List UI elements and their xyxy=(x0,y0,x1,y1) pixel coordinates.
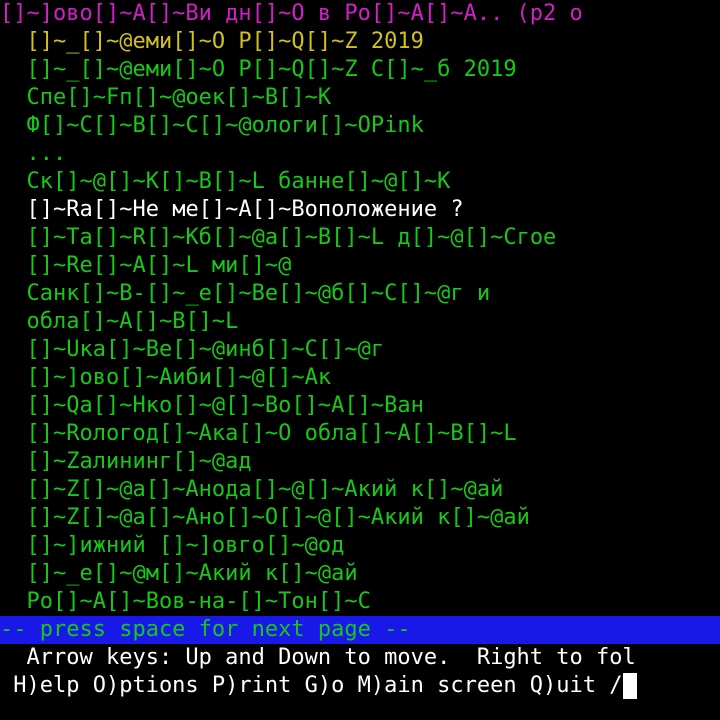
link-item[interactable]: []~Ra[]~Не ме[]~А[]~Воположение ? xyxy=(0,196,720,224)
link-label: []~Re[]~А[]~L ми[]~@ xyxy=(26,253,292,278)
link-label: Ск[]~@[]~К[]~В[]~L банне[]~@[]~К xyxy=(26,169,451,194)
help-line-commands: H)elp O)ptions P)rint G)o M)ain screen Q… xyxy=(0,672,720,700)
link-label: []~_[]~@еми[]~О Р[]~Q[]~Z С[]~_б 2019 xyxy=(26,57,517,82)
link-item[interactable]: []~Z[]~@а[]~Анода[]~@[]~Акий к[]~@ай xyxy=(0,476,720,504)
link-label: []~Zалининг[]~@ад xyxy=(26,449,252,474)
link-item[interactable]: []~Z[]~@а[]~Ано[]~О[]~@[]~Акий к[]~@ай xyxy=(0,504,720,532)
link-label: []~]ово[]~Аиби[]~@[]~Ак xyxy=(26,365,332,390)
link-label: []~_[]~@еми[]~О Р[]~Q[]~Z 2019 xyxy=(26,29,424,54)
link-item[interactable]: Спе[]~Fп[]~@оек[]~В[]~К xyxy=(0,84,720,112)
link-label: Ро[]~А[]~Вов-на-[]~Тон[]~С xyxy=(26,589,371,614)
link-label: []~Ta[]~R[]~Кб[]~@а[]~В[]~L д[]~@[]~Сгое xyxy=(26,225,557,250)
link-label: []~Z[]~@а[]~Ано[]~О[]~@[]~Акий к[]~@ай xyxy=(26,505,530,530)
link-item[interactable]: []~Qa[]~Нко[]~@[]~Во[]~А[]~Ван xyxy=(0,392,720,420)
link-item[interactable]: ... xyxy=(0,140,720,168)
link-item[interactable]: []~Zалининг[]~@ад xyxy=(0,448,720,476)
link-item[interactable]: обла[]~А[]~В[]~L xyxy=(0,308,720,336)
link-label: []~Uка[]~Ве[]~@инб[]~С[]~@г xyxy=(26,337,385,362)
link-item[interactable]: []~Ta[]~R[]~Кб[]~@а[]~В[]~L д[]~@[]~Сгое xyxy=(0,224,720,252)
link-label: Ф[]~С[]~В[]~С[]~@ологи[]~ОPink xyxy=(26,113,424,138)
link-label: ... xyxy=(26,141,67,166)
link-item[interactable]: []~_[]~@еми[]~О Р[]~Q[]~Z С[]~_б 2019 xyxy=(0,56,720,84)
link-item[interactable]: []~Re[]~А[]~L ми[]~@ xyxy=(0,252,720,280)
link-label: обла[]~А[]~В[]~L xyxy=(26,309,239,334)
link-item[interactable]: []~]ижний []~]овго[]~@од xyxy=(0,532,720,560)
link-item[interactable]: []~_е[]~@м[]~Акий к[]~@ай xyxy=(0,560,720,588)
text-cursor[interactable] xyxy=(622,673,637,699)
link-label: []~Qa[]~Нко[]~@[]~Во[]~А[]~Ван xyxy=(26,393,424,418)
link-item[interactable]: Санк[]~В-[]~_е[]~Ве[]~@б[]~С[]~@г и xyxy=(0,280,720,308)
link-label: []~Ra[]~Не ме[]~А[]~Воположение ? xyxy=(26,197,464,222)
link-item[interactable]: []~Uка[]~Ве[]~@инб[]~С[]~@г xyxy=(0,336,720,364)
link-item[interactable]: Ф[]~С[]~В[]~С[]~@ологи[]~ОPink xyxy=(0,112,720,140)
link-label: Спе[]~Fп[]~@оек[]~В[]~К xyxy=(26,85,332,110)
link-item[interactable]: Ро[]~А[]~Вов-на-[]~Тон[]~С xyxy=(0,588,720,616)
page-title: []~]ово[]~А[]~Ви дн[]~О в Ро[]~А[]~А.. (… xyxy=(0,1,583,26)
link-label: []~Z[]~@а[]~Анода[]~@[]~Акий к[]~@ай xyxy=(26,477,504,502)
link-item[interactable]: Ск[]~@[]~К[]~В[]~L банне[]~@[]~К xyxy=(0,168,720,196)
link-label: []~_е[]~@м[]~Акий к[]~@ай xyxy=(26,561,358,586)
link-label: Санк[]~В-[]~_е[]~Ве[]~@б[]~С[]~@г и xyxy=(26,281,491,306)
link-label: []~Rологод[]~Ака[]~О обла[]~А[]~В[]~L xyxy=(26,421,517,446)
commands-text: H)elp O)ptions P)rint G)o M)ain screen Q… xyxy=(0,673,623,698)
status-bar: -- press space for next page -- xyxy=(0,616,720,644)
link-item[interactable]: []~]ово[]~Аиби[]~@[]~Ак xyxy=(0,364,720,392)
link-label: []~]ижний []~]овго[]~@од xyxy=(26,533,345,558)
link-item[interactable]: []~Rологод[]~Ака[]~О обла[]~А[]~В[]~L xyxy=(0,420,720,448)
help-line-navigation: Arrow keys: Up and Down to move. Right t… xyxy=(0,645,636,670)
link-item[interactable]: []~_[]~@еми[]~О Р[]~Q[]~Z 2019 xyxy=(0,28,720,56)
